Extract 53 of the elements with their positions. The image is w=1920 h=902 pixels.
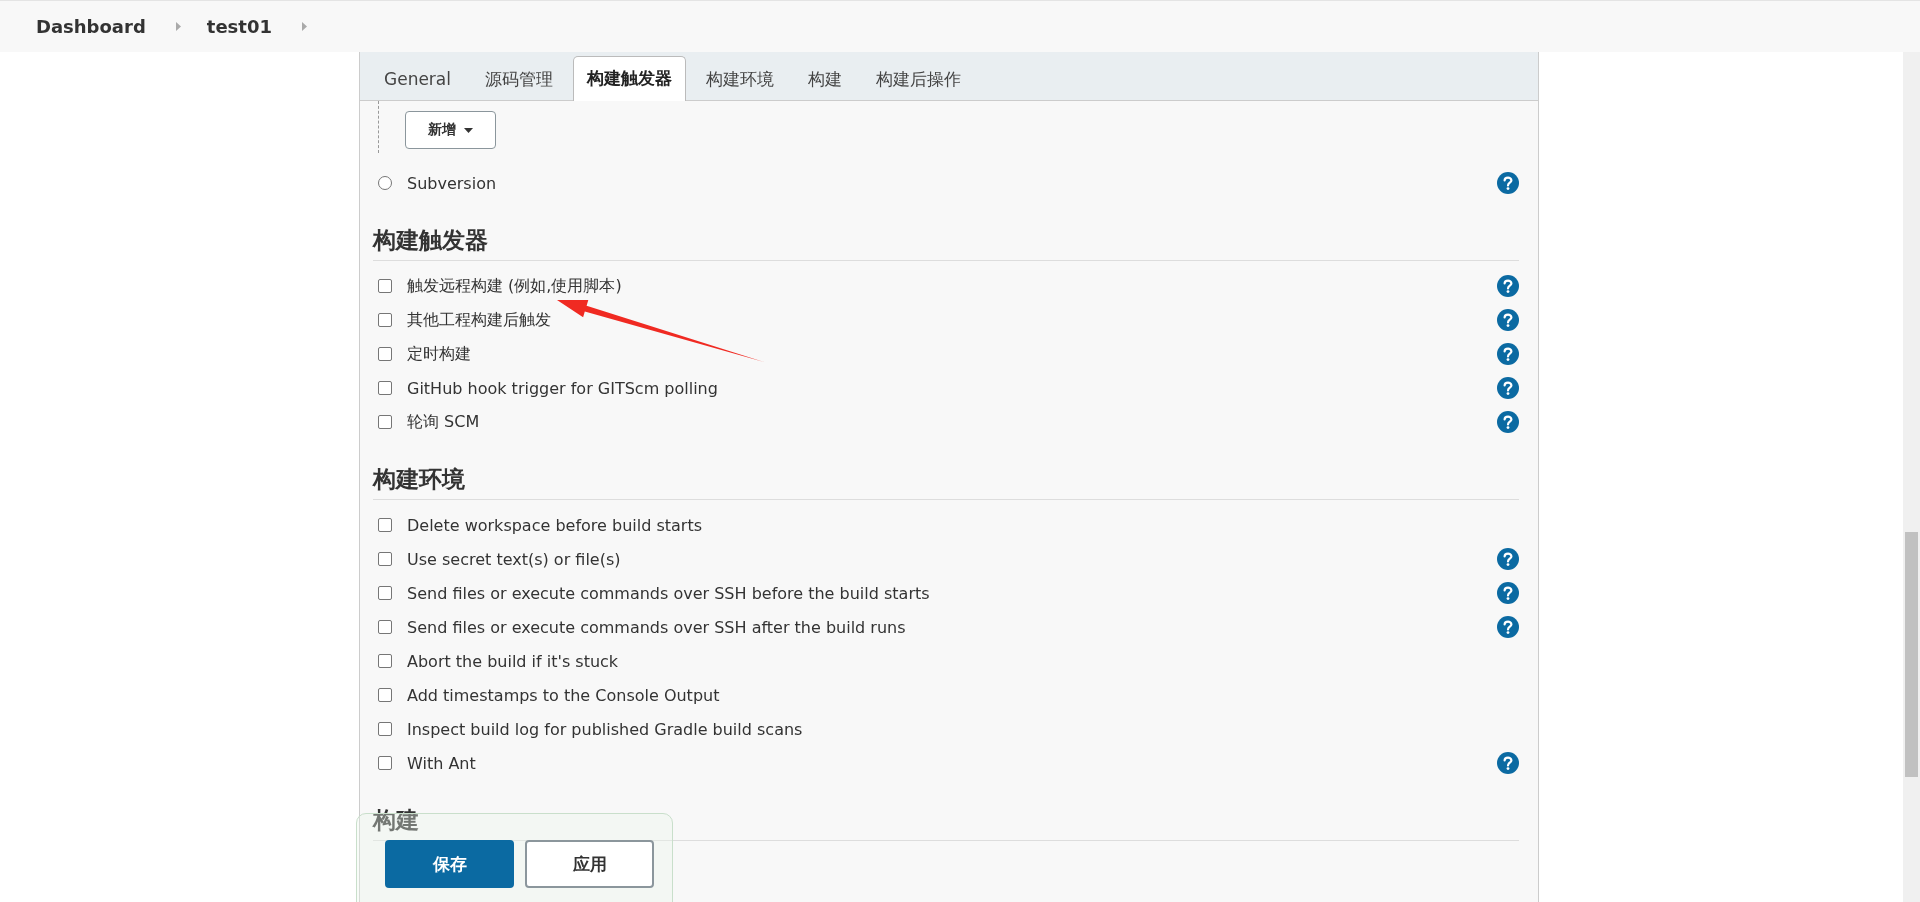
help-icon[interactable] [1497, 343, 1519, 365]
checkbox[interactable] [378, 518, 392, 532]
checkbox-label[interactable]: GitHub hook trigger for GITScm polling [407, 378, 718, 398]
checkbox[interactable] [378, 415, 392, 429]
section-heading: 构建环境 [373, 465, 466, 494]
checkbox[interactable] [378, 381, 392, 395]
checkbox[interactable] [378, 279, 392, 293]
help-icon[interactable] [1497, 309, 1519, 331]
section-heading: 构建触发器 [373, 226, 489, 255]
help-icon[interactable] [1497, 548, 1519, 570]
save-button[interactable]: 保存 [385, 840, 514, 888]
checkbox[interactable] [378, 586, 392, 600]
checkbox-label[interactable]: With Ant [407, 753, 476, 773]
checkbox-label[interactable]: Inspect build log for published Gradle build scans [407, 719, 803, 739]
breadcrumb-link[interactable]: test01 [206, 16, 272, 37]
checkbox[interactable] [378, 552, 392, 566]
checkbox-label[interactable]: 定时构建 [407, 343, 471, 365]
tab[interactable]: General [370, 57, 465, 101]
tab[interactable]: 构建后操作 [862, 57, 975, 101]
radio-button[interactable] [378, 176, 392, 190]
help-icon[interactable] [1497, 752, 1519, 774]
checkbox-label[interactable]: Send files or execute commands over SSH before the build starts [407, 583, 930, 603]
checkbox-label[interactable]: 触发远程构建 (例如,使用脚本) [407, 275, 622, 297]
tab[interactable]: 构建触发器 [573, 56, 686, 101]
checkbox-label[interactable]: 其他工程构建后触发 [407, 309, 551, 331]
apply-button[interactable]: 应用 [525, 840, 654, 888]
tab[interactable]: 构建环境 [692, 57, 788, 101]
checkbox-label[interactable]: Abort the build if it's stuck [407, 651, 619, 671]
help-icon[interactable] [1497, 616, 1519, 638]
checkbox[interactable] [378, 347, 392, 361]
checkbox-label[interactable]: Delete workspace before build starts [407, 515, 702, 535]
checkbox-label[interactable]: 轮询 SCM [407, 411, 480, 433]
help-icon[interactable] [1497, 411, 1519, 433]
add-dropdown-button[interactable]: 新增 [405, 111, 496, 149]
radio-label[interactable]: Subversion [407, 173, 497, 193]
tab[interactable]: 构建 [794, 57, 856, 101]
breadcrumb-link[interactable]: Dashboard [36, 16, 146, 37]
scrollbar[interactable] [1903, 52, 1920, 902]
help-icon[interactable] [1497, 582, 1519, 604]
caret-icon [464, 127, 473, 133]
checkbox-label[interactable]: Add timestamps to the Console Output [407, 685, 720, 705]
checkbox[interactable] [378, 654, 392, 668]
tab[interactable]: 源码管理 [471, 57, 567, 101]
checkbox[interactable] [378, 688, 392, 702]
checkbox[interactable] [378, 313, 392, 327]
help-icon[interactable] [1497, 377, 1519, 399]
checkbox[interactable] [378, 722, 392, 736]
checkbox-label[interactable]: Send files or execute commands over SSH after the build runs [407, 617, 906, 637]
checkbox[interactable] [378, 620, 392, 634]
checkbox-label[interactable]: Use secret text(s) or file(s) [407, 549, 621, 569]
help-icon[interactable] [1497, 172, 1519, 194]
help-icon[interactable] [1497, 275, 1519, 297]
checkbox[interactable] [378, 756, 392, 770]
